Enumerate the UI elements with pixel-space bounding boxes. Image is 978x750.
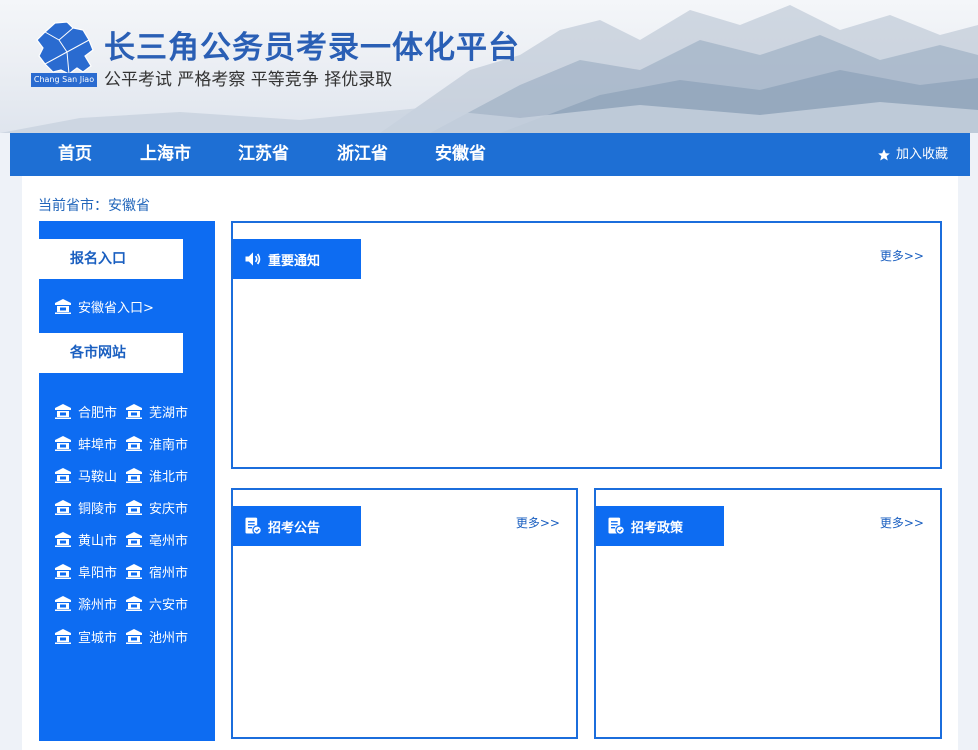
recruit-more-link[interactable]: 更多>> [516,514,560,531]
city-link-maanshan[interactable]: 马鞍山 [55,466,117,485]
city-link-huainan[interactable]: 淮南市 [126,434,188,453]
building-icon [126,404,142,419]
city-link-hefei[interactable]: 合肥市 [55,402,117,421]
building-icon [126,468,142,483]
city-link-suzhou[interactable]: 宿州市 [126,562,188,581]
building-icon [55,299,71,314]
city-link-label: 合肥市 [78,406,118,421]
recruit-panel-title: 招考公告 [268,520,321,536]
notice-panel-header: 重要通知 [233,239,361,279]
policy-panel: 招考政策 更多>> [594,488,942,739]
city-link-luan[interactable]: 六安市 [126,594,188,613]
city-link-label: 淮北市 [149,470,189,485]
city-link-label: 蚌埠市 [78,438,118,453]
document-icon [608,517,625,535]
nav-item-anhui[interactable]: 安徽省 [435,133,486,176]
policy-panel-title: 招考政策 [631,520,684,536]
city-link-label: 六安市 [149,598,189,613]
recruit-panel: 招考公告 更多>> [231,488,578,739]
city-link-chizhou[interactable]: 池州市 [126,627,188,646]
city-link-label: 池州市 [149,631,189,646]
add-favorite-label: 加入收藏 [895,147,948,162]
city-link-label: 芜湖市 [149,406,189,421]
site-title: 长三角公务员考录一体化平台 [104,30,520,66]
city-link-label: 淮南市 [149,438,189,453]
star-icon [878,148,890,161]
building-icon [55,436,71,451]
city-link-huangshan[interactable]: 黄山市 [55,530,117,549]
logo-caption: Chang San Jiao [31,73,97,87]
city-link-bozhou[interactable]: 亳州市 [126,530,188,549]
city-link-label: 安庆市 [149,502,189,517]
city-link-label: 宿州市 [149,566,189,581]
city-link-label: 马鞍山 [78,470,118,485]
nav-item-home[interactable]: 首页 [58,133,92,176]
anhui-registration-label: 安徽省入口> [78,301,154,316]
nav-item-jiangsu[interactable]: 江苏省 [238,133,289,176]
city-link-tongling[interactable]: 铜陵市 [55,498,117,517]
building-icon [126,629,142,644]
building-icon [126,564,142,579]
speaker-icon [245,252,261,266]
nav-item-shanghai[interactable]: 上海市 [140,133,191,176]
building-icon [55,532,71,547]
header-banner: Chang San Jiao 长三角公务员考录一体化平台 公平考试 严格考察 平… [0,0,978,133]
notice-more-link[interactable]: 更多>> [880,247,924,264]
recruit-panel-header: 招考公告 [233,506,361,546]
city-link-bengbu[interactable]: 蚌埠市 [55,434,117,453]
city-link-huaibei[interactable]: 淮北市 [126,466,188,485]
city-link-label: 铜陵市 [78,502,118,517]
city-link-label: 滁州市 [78,598,118,613]
sidebar: 报名入口 安徽省入口> 各市网站 合肥市 芜湖市 蚌埠市 淮南市 马鞍山 淮北市… [39,221,215,741]
policy-panel-header: 招考政策 [596,506,724,546]
city-link-label: 宣城市 [78,631,118,646]
city-link-fuyang[interactable]: 阜阳市 [55,562,117,581]
main-nav: 首页 上海市 江苏省 浙江省 安徽省 加入收藏 [10,133,970,176]
policy-more-link[interactable]: 更多>> [880,514,924,531]
building-icon [55,468,71,483]
breadcrumb: 当前省市：安徽省 [38,198,150,214]
building-icon [126,596,142,611]
main-content: 当前省市：安徽省 报名入口 安徽省入口> 各市网站 合肥市 芜湖市 蚌埠市 淮南… [22,176,958,750]
city-link-xuancheng[interactable]: 宣城市 [55,627,117,646]
document-icon [245,517,262,535]
cities-heading: 各市网站 [39,333,183,373]
city-link-label: 黄山市 [78,534,118,549]
registration-heading: 报名入口 [39,239,183,279]
building-icon [126,436,142,451]
building-icon [126,532,142,547]
city-link-chuzhou[interactable]: 滁州市 [55,594,117,613]
notice-panel-title: 重要通知 [268,253,321,269]
city-link-label: 亳州市 [149,534,189,549]
city-link-label: 阜阳市 [78,566,118,581]
nav-item-zhejiang[interactable]: 浙江省 [337,133,388,176]
city-link-anqing[interactable]: 安庆市 [126,498,188,517]
building-icon [55,500,71,515]
building-icon [55,404,71,419]
building-icon [126,500,142,515]
building-icon [55,564,71,579]
add-favorite-button[interactable]: 加入收藏 [877,133,948,176]
site-slogan: 公平考试 严格考察 平等竞争 择优录取 [104,70,393,90]
notice-panel: 重要通知 更多>> [231,221,942,469]
building-icon [55,629,71,644]
building-icon [55,596,71,611]
anhui-registration-link[interactable]: 安徽省入口> [55,297,154,316]
city-link-wuhu[interactable]: 芜湖市 [126,402,188,421]
